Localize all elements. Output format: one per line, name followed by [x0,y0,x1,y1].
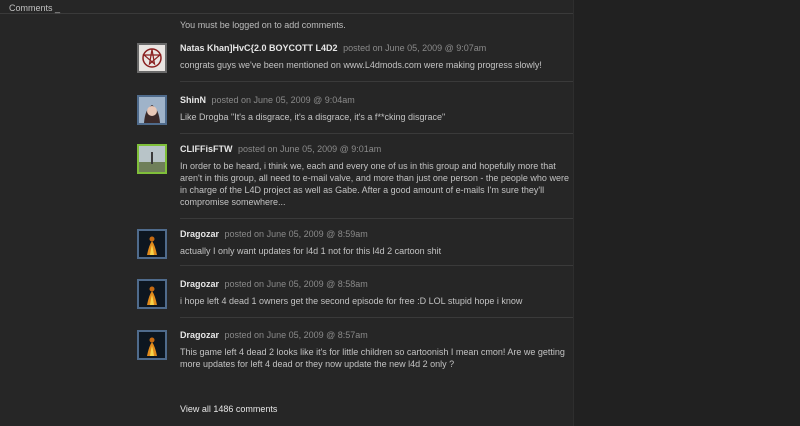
header-divider [0,13,573,14]
login-notice: You must be logged on to add comments. [180,20,346,30]
comment-timestamp: posted on June 05, 2009 @ 9:07am [343,43,487,53]
comment-author-link[interactable]: CLIFFisFTW [180,144,233,154]
comments-heading: Comments _ [9,3,61,13]
comment-text: In order to be heard, i think we, each a… [180,161,569,207]
fire-figure-avatar-icon[interactable] [137,229,167,259]
comment-timestamp: posted on June 05, 2009 @ 8:59am [224,229,368,239]
comment-timestamp: posted on June 05, 2009 @ 8:57am [224,330,368,340]
comment-author-link[interactable]: ShinN [180,95,206,105]
landscape-avatar-icon[interactable] [137,144,167,174]
comment-author-link[interactable]: Dragozar [180,229,219,239]
comment-timestamp: posted on June 05, 2009 @ 8:58am [224,279,368,289]
pentagram-avatar-icon[interactable] [137,43,167,73]
fire-figure-avatar-icon[interactable] [137,279,167,309]
comment-divider [180,81,573,82]
anime-girl-avatar-icon[interactable] [137,95,167,125]
comment-text: congrats guys we've been mentioned on ww… [180,60,542,70]
comment-author-link[interactable]: Dragozar [180,279,219,289]
comment-divider [180,218,573,219]
comment-timestamp: posted on June 05, 2009 @ 9:04am [211,95,355,105]
comment-text: actually I only want updates for l4d 1 n… [180,246,442,256]
comment-text: This game left 4 dead 2 looks like it's … [180,347,565,369]
side-panel [573,0,800,426]
comment-text: i hope left 4 dead 1 owners get the seco… [180,296,523,306]
comment-text: Like Drogba "It's a disgrace, it's a dis… [180,112,446,122]
view-all-comments-link[interactable]: View all 1486 comments [180,404,277,414]
comment-author-link[interactable]: Dragozar [180,330,219,340]
fire-figure-avatar-icon[interactable] [137,330,167,360]
comment-divider [180,317,573,318]
comment-timestamp: posted on June 05, 2009 @ 9:01am [238,144,382,154]
comment-author-link[interactable]: Natas Khan]HvC{2.0 BOYCOTT L4D2 [180,43,338,53]
comment-divider [180,265,573,266]
comment-divider [180,133,573,134]
